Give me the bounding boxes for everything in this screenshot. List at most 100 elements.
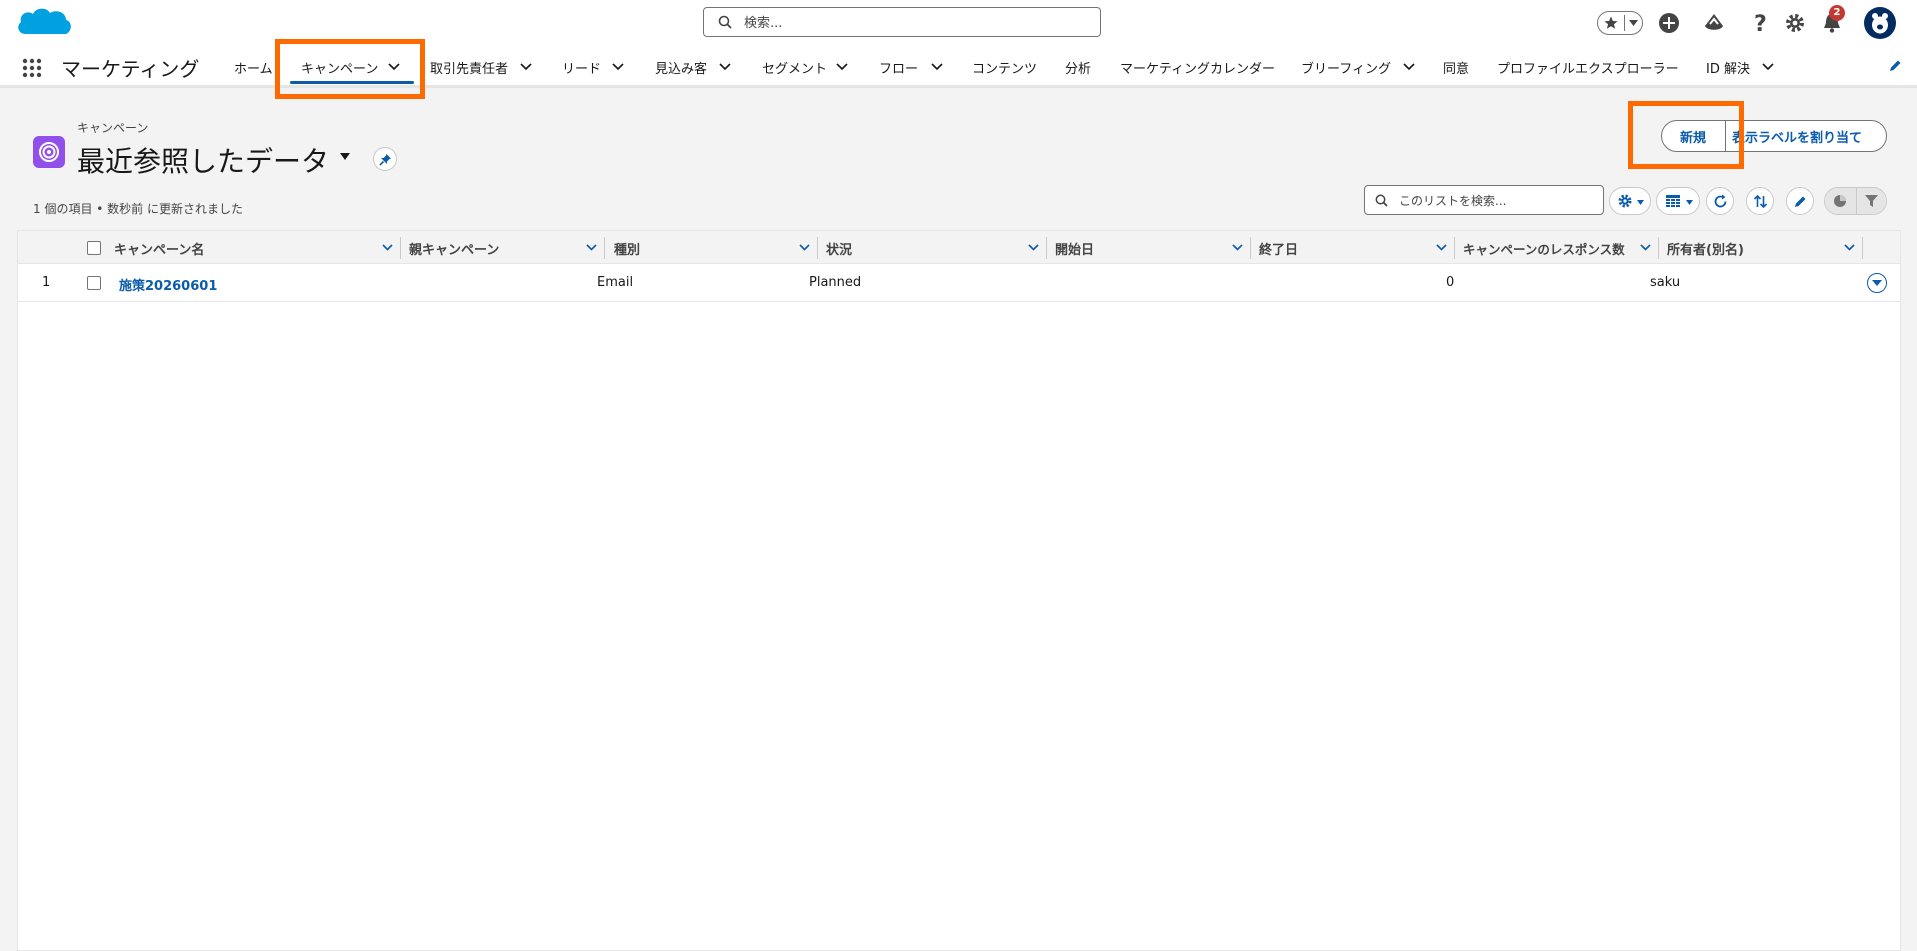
column-header[interactable]: 親キャンペーン (409, 231, 605, 263)
chevron-down-icon[interactable] (931, 63, 943, 71)
nav-item-label: プロファイルエクスプローラー (1497, 62, 1679, 77)
select-all-checkbox[interactable] (87, 241, 101, 255)
campaign-name-link[interactable]: 施策20260601 (119, 275, 217, 294)
column-header[interactable]: 所有者(別名) (1667, 231, 1863, 263)
nav-item-label: フロー (879, 62, 919, 77)
column-header[interactable]: 終了日 (1259, 231, 1455, 263)
chevron-down-icon[interactable] (612, 63, 624, 71)
list-search[interactable] (1364, 185, 1604, 215)
assign-label-button[interactable]: 表示ラベルを割り当て (1725, 121, 1886, 151)
trailhead-icon[interactable] (1703, 12, 1725, 34)
refresh-icon (1714, 194, 1727, 208)
inline-edit-button[interactable] (1786, 187, 1814, 215)
chevron-down-icon (1637, 200, 1644, 205)
pin-icon (379, 154, 391, 166)
avatar[interactable] (1864, 7, 1896, 39)
filter-toggle[interactable] (1857, 188, 1886, 214)
list-search-input[interactable] (1397, 190, 1601, 212)
nav-item-label: セグメント (762, 62, 828, 77)
column-divider[interactable] (604, 237, 605, 259)
chevron-down-icon (1872, 280, 1882, 286)
list-settings-button[interactable] (1609, 187, 1651, 215)
chevron-down-icon[interactable] (1762, 63, 1774, 71)
cell-owner: saku (1650, 275, 1681, 290)
column-divider[interactable] (1250, 237, 1251, 259)
chart-toggle[interactable] (1825, 188, 1856, 214)
nav-item-label: 取引先責任者 (430, 62, 509, 77)
campaign-object-icon (33, 136, 65, 168)
column-header-label: 所有者(別名) (1667, 243, 1744, 258)
row-checkbox[interactable] (87, 276, 101, 290)
new-button[interactable]: 新規 (1662, 121, 1724, 151)
column-header-label: 状況 (826, 243, 853, 258)
search-icon (718, 15, 732, 29)
refresh-button[interactable] (1706, 187, 1734, 215)
chart-icon (1834, 195, 1846, 207)
table-row: 1 施策20260601 Email Planned 0 saku (18, 264, 1900, 302)
favorites-button-group[interactable] (1597, 11, 1643, 35)
column-header-label: 終了日 (1259, 243, 1299, 258)
chevron-down-icon[interactable] (836, 63, 848, 71)
display-as-button[interactable] (1656, 187, 1700, 215)
table-header: キャンペーン名 親キャンペーン 種別 状況 開始日 終了日 キャンペーンのレスポ… (18, 231, 1900, 264)
column-divider[interactable] (400, 237, 401, 259)
column-divider[interactable] (1862, 237, 1863, 259)
chevron-down-icon[interactable] (1403, 63, 1415, 71)
gear-icon[interactable] (1785, 13, 1805, 33)
column-divider[interactable] (1658, 237, 1659, 259)
svg-text:?: ? (1754, 12, 1767, 34)
add-icon[interactable] (1658, 12, 1680, 34)
nav-item-label: コンテンツ (972, 62, 1038, 77)
list-view-table: キャンペーン名 親キャンペーン 種別 状況 開始日 終了日 キャンペーンのレスポ… (17, 230, 1901, 951)
column-header[interactable]: 状況 (826, 231, 1047, 263)
star-icon[interactable] (1603, 15, 1619, 31)
app-nav-bar: マーケティング ホーム キャンペーン 取引先責任者 リード 見込み客 セグメント… (0, 46, 1917, 88)
user-avatar-icon (1872, 13, 1888, 34)
sort-icon (1753, 194, 1768, 209)
chevron-down-icon[interactable] (520, 63, 532, 71)
edit-nav-icon[interactable] (1888, 59, 1902, 73)
nav-item-label: 同意 (1443, 62, 1470, 77)
column-header[interactable]: キャンペーン名 (114, 231, 401, 263)
chevron-down-icon[interactable] (1436, 244, 1447, 251)
notification-badge: 2 (1829, 5, 1845, 21)
nav-item-label: 分析 (1065, 62, 1092, 77)
column-header[interactable]: 開始日 (1055, 231, 1251, 263)
column-header[interactable]: 種別 (614, 231, 818, 263)
active-tab-indicator (290, 81, 414, 84)
column-header-label: 親キャンペーン (409, 243, 500, 258)
nav-item-label: ID 解決 (1706, 62, 1750, 77)
list-view-switcher-icon[interactable] (340, 153, 350, 160)
row-action-menu[interactable] (1867, 273, 1887, 293)
chevron-down-icon[interactable] (1232, 244, 1243, 251)
edit-icon (1795, 196, 1806, 207)
chevron-down-icon[interactable] (719, 63, 731, 71)
cell-status: Planned (809, 275, 862, 290)
chevron-down-icon[interactable] (382, 244, 393, 251)
column-header[interactable]: キャンペーンのレスポンス数 (1463, 231, 1659, 263)
global-search-input[interactable] (742, 12, 1086, 34)
list-meta-info: 1 個の項目 • 数秒前 に更新されました (33, 202, 243, 216)
table-icon (1666, 195, 1680, 207)
chevron-down-icon[interactable] (388, 63, 400, 71)
chevron-down-icon[interactable] (1640, 244, 1651, 251)
salesforce-logo[interactable] (14, 4, 74, 44)
chevron-down-icon[interactable] (1028, 244, 1039, 251)
pin-list-view-button[interactable] (373, 147, 397, 171)
chevron-down-icon[interactable] (1629, 20, 1638, 26)
chevron-down-icon[interactable] (1844, 244, 1855, 251)
column-divider[interactable] (1046, 237, 1047, 259)
help-icon[interactable]: ? (1750, 12, 1770, 34)
column-header-label: 種別 (614, 243, 641, 258)
global-search[interactable] (703, 7, 1101, 37)
column-divider[interactable] (817, 237, 818, 259)
chart-filter-button-group (1824, 187, 1887, 215)
column-divider[interactable] (1454, 237, 1455, 259)
nav-item-label: マーケティングカレンダー (1120, 62, 1275, 77)
nav-item-campaigns[interactable]: キャンペーン (0, 46, 420, 86)
chevron-down-icon[interactable] (586, 244, 597, 251)
chevron-down-icon[interactable] (799, 244, 810, 251)
nav-item-label: リード (562, 62, 602, 77)
gear-icon (1618, 194, 1632, 208)
sort-button[interactable] (1746, 187, 1774, 215)
